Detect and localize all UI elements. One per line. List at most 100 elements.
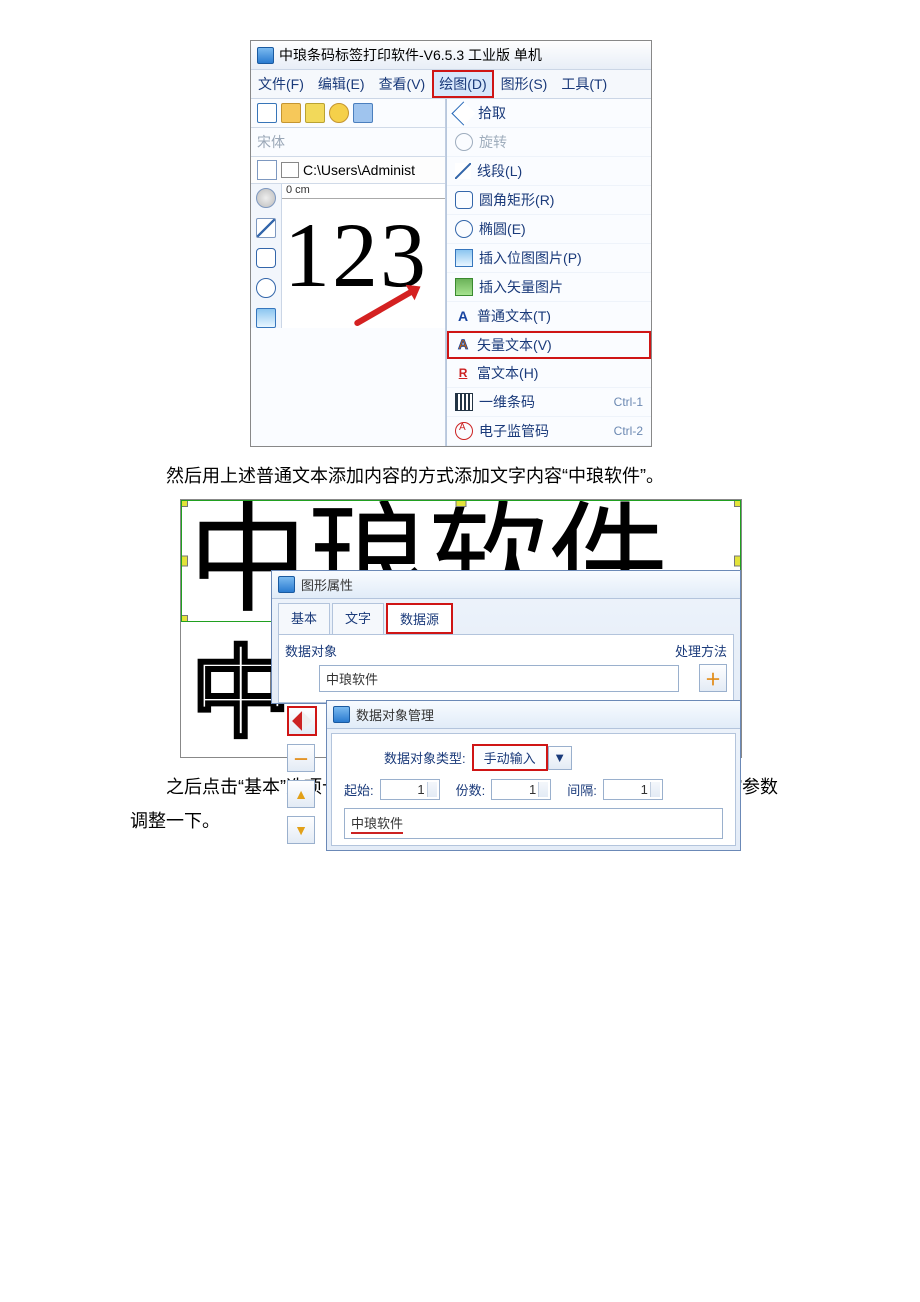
screenshot-properties-dialog: 中琅软件 中 ＋ － ▲ ▼ 图形属性 — [180, 499, 742, 758]
menu-view[interactable]: 查看(V) — [372, 70, 433, 98]
menu-item-rich-text[interactable]: R 富文本(H) — [447, 359, 651, 388]
resize-handle-icon[interactable] — [734, 556, 741, 567]
line-tool-icon[interactable] — [256, 218, 276, 238]
menu-tool[interactable]: 工具(T) — [554, 70, 614, 98]
tab-text[interactable]: 文字 — [332, 603, 384, 634]
window-titlebar: 中琅条码标签打印软件-V6.5.3 工业版 单机 — [251, 41, 651, 69]
label-process-method: 处理方法 — [675, 641, 727, 660]
font-selector[interactable]: 宋体 — [251, 128, 445, 157]
gap-spinner[interactable]: 1 — [603, 779, 663, 800]
shortcut-label: Ctrl-2 — [614, 424, 643, 438]
window-icon — [281, 162, 299, 178]
arrow-up-icon: ▲ — [294, 786, 308, 802]
menu-shape[interactable]: 图形(S) — [494, 70, 555, 98]
canvas-area[interactable]: 0 cm 123 — [282, 184, 445, 328]
menu-item-barcode[interactable]: 一维条码 Ctrl-1 — [447, 388, 651, 417]
chevron-down-icon[interactable]: ▼ — [548, 746, 572, 770]
menu-item-label: 插入矢量图片 — [479, 277, 563, 297]
barcode-icon — [455, 393, 473, 411]
process-add-button[interactable]: ＋ — [699, 664, 727, 692]
dialog-titlebar: 图形属性 — [272, 571, 740, 599]
rect-tool-icon[interactable] — [256, 248, 276, 268]
move-down-button[interactable]: ▼ — [287, 816, 315, 844]
menu-item-label: 旋转 — [479, 132, 507, 152]
data-object-list[interactable]: 中琅软件 — [319, 665, 679, 692]
ellipse-tool-icon[interactable] — [256, 278, 276, 298]
edit-button[interactable] — [287, 706, 317, 736]
menu-item-roundrect[interactable]: 圆角矩形(R) — [447, 186, 651, 215]
menu-item-insert-vector-image[interactable]: 插入矢量图片 — [447, 273, 651, 302]
globe-icon[interactable] — [256, 188, 276, 208]
minus-icon: － — [293, 746, 309, 770]
textarea-value: 中琅软件 — [351, 813, 403, 834]
menu-draw[interactable]: 绘图(D) — [432, 70, 493, 98]
plus-icon: ＋ — [705, 666, 721, 690]
menu-item-plain-text[interactable]: A 普通文本(T) — [447, 302, 651, 331]
resize-handle-icon[interactable] — [456, 500, 467, 507]
image-tool-icon[interactable] — [256, 308, 276, 328]
draw-menu-dropdown: 拾取 旋转 线段(L) 圆角矩形(R) 椭圆(E) — [446, 99, 651, 446]
file-path-row: C:\Users\Administ — [251, 157, 445, 184]
content-textarea[interactable]: 中琅软件 — [344, 808, 723, 839]
dialog-title: 数据对象管理 — [356, 705, 434, 724]
dialog-body: 数据对象 处理方法 中琅软件 ＋ — [278, 634, 734, 703]
menu-item-label: 插入位图图片(P) — [479, 248, 582, 268]
select-value: 手动输入 — [472, 744, 548, 771]
settings-icon[interactable] — [329, 103, 349, 123]
properties-dialog: 图形属性 基本 文字 数据源 数据对象 处理方法 中琅软件 ＋ — [271, 570, 741, 704]
data-object-manage-dialog: 数据对象管理 数据对象类型: 手动输入 ▼ 起始: 1 份数: 1 间隔: 1 — [326, 700, 741, 851]
menu-edit[interactable]: 编辑(E) — [311, 70, 372, 98]
rich-text-icon: R — [455, 365, 471, 381]
menu-item-ecode[interactable]: 电子监管码 Ctrl-2 — [447, 417, 651, 446]
label-data-object-type: 数据对象类型: — [384, 748, 466, 767]
menu-item-label: 普通文本(T) — [477, 306, 551, 326]
menu-item-label: 矢量文本(V) — [477, 335, 552, 355]
menu-item-label: 线段(L) — [477, 161, 522, 181]
resize-handle-icon[interactable] — [181, 556, 188, 567]
main-left-area: 宋体 C:\Users\Administ 0 cm — [251, 99, 446, 446]
ellipse-icon — [455, 220, 473, 238]
pencil-icon — [292, 711, 312, 731]
menu-item-line[interactable]: 线段(L) — [447, 157, 651, 186]
app-icon — [278, 576, 295, 593]
bitmap-icon — [455, 249, 473, 267]
menu-item-label: 一维条码 — [479, 392, 535, 412]
menu-item-insert-bitmap[interactable]: 插入位图图片(P) — [447, 244, 651, 273]
ecode-icon — [455, 422, 473, 440]
app-icon — [333, 706, 350, 723]
menu-item-pick[interactable]: 拾取 — [447, 99, 651, 128]
dialog-titlebar: 数据对象管理 — [327, 701, 740, 729]
app-icon — [257, 47, 274, 64]
menu-item-ellipse[interactable]: 椭圆(E) — [447, 215, 651, 244]
cursor-icon — [452, 101, 476, 125]
resize-handle-icon[interactable] — [181, 500, 188, 507]
menu-file[interactable]: 文件(F) — [251, 70, 311, 98]
menu-item-label: 圆角矩形(R) — [479, 190, 554, 210]
vector-image-icon — [455, 278, 473, 296]
main-toolbar — [251, 99, 445, 128]
tab-data-source[interactable]: 数据源 — [386, 603, 453, 634]
menu-item-label: 富文本(H) — [477, 363, 538, 383]
open-icon[interactable] — [281, 103, 301, 123]
move-up-button[interactable]: ▲ — [287, 780, 315, 808]
shortcut-label: Ctrl-1 — [614, 395, 643, 409]
data-object-type-select[interactable]: 手动输入 ▼ — [472, 744, 572, 771]
menubar: 文件(F) 编辑(E) 查看(V) 绘图(D) 图形(S) 工具(T) — [251, 69, 651, 99]
dialog-body: 数据对象类型: 手动输入 ▼ 起始: 1 份数: 1 间隔: 1 中琅软件 — [331, 733, 736, 846]
menu-item-label: 椭圆(E) — [479, 219, 526, 239]
tab-basic[interactable]: 基本 — [278, 603, 330, 634]
start-spinner[interactable]: 1 — [380, 779, 440, 800]
resize-handle-icon[interactable] — [181, 615, 188, 622]
print-icon[interactable] — [353, 103, 373, 123]
label-gap: 间隔: — [567, 780, 597, 799]
screenshot-draw-menu: 中琅条码标签打印软件-V6.5.3 工业版 单机 文件(F) 编辑(E) 查看(… — [250, 40, 652, 447]
cursor-tool-icon[interactable] — [257, 160, 277, 180]
count-spinner[interactable]: 1 — [491, 779, 551, 800]
ruler-label: 0 cm — [282, 184, 445, 199]
new-icon[interactable] — [257, 103, 277, 123]
delete-button[interactable]: － — [287, 744, 315, 772]
resize-handle-icon[interactable] — [734, 500, 741, 507]
save-icon[interactable] — [305, 103, 325, 123]
menu-item-vector-text[interactable]: A 矢量文本(V) — [447, 331, 651, 359]
text-icon: A — [455, 308, 471, 324]
